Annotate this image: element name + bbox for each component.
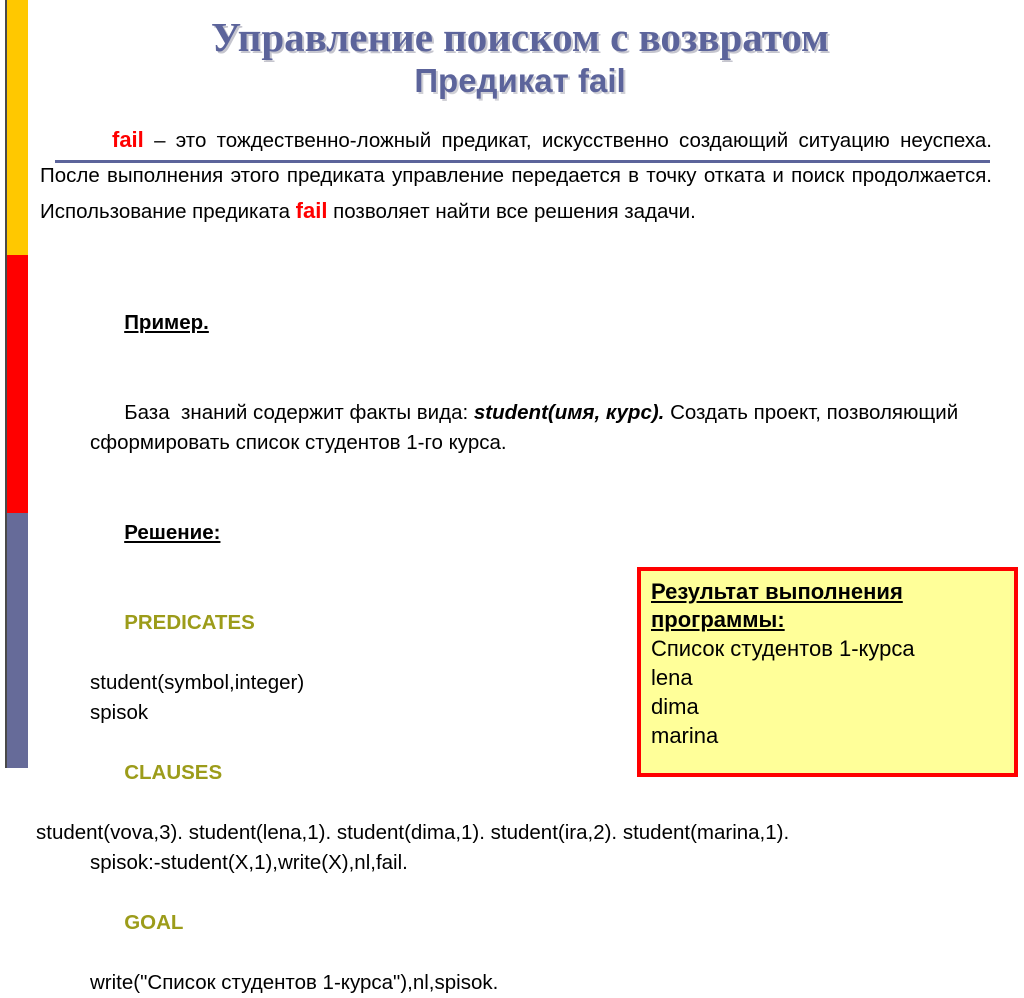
example-label-row: Пример. (36, 278, 996, 368)
code-line-goal: write("Список студентов 1-курса"),nl,spi… (90, 971, 499, 994)
sidebar-bar-yellow (5, 0, 28, 255)
slide-title: Управление поиском с возвратом (211, 14, 829, 60)
example-fact-form: student(имя, курс). (473, 401, 665, 424)
fail-keyword-2: fail (295, 198, 328, 223)
code-goal-keyword-row: GOAL (36, 878, 996, 968)
example-description: База знаний содержит факты вида: student… (36, 368, 996, 488)
goal-keyword: GOAL (124, 911, 184, 934)
horizontal-rule (55, 160, 990, 163)
result-output-line-4: marina (651, 723, 719, 748)
result-output-line-1: Список студентов 1-курса (651, 636, 915, 661)
predicates-keyword: PREDICATES (124, 611, 255, 634)
fail-keyword-1: fail (112, 127, 144, 152)
sidebar-color-bars (5, 0, 28, 768)
title-block: Управление поиском с возвратом Предикат … (40, 14, 1000, 100)
result-output-line-3: dima (651, 694, 699, 719)
clauses-keyword: CLAUSES (124, 761, 223, 784)
slide-canvas: Управление поиском с возвратом Предикат … (0, 0, 1024, 994)
result-title-line-2: программы: (651, 607, 785, 632)
solution-label-row: Решение: (36, 488, 996, 578)
code-line-facts: student(vova,3). student(lena,1). studen… (36, 821, 790, 844)
slide-subtitle: Предикат fail (414, 62, 626, 99)
solution-label: Решение: (124, 521, 221, 544)
example-label: Пример. (124, 311, 209, 334)
sidebar-bar-slateblue (5, 513, 28, 768)
result-output-line-2: lena (651, 665, 693, 690)
intro-paragraph: fail – это тождественно-ложный предикат,… (40, 122, 992, 229)
example-text-before: База знаний содержит факты вида: (124, 401, 474, 424)
intro-text-2: позволяет найти все решения задачи. (327, 200, 696, 223)
code-line-spisok-rule: spisok:-student(X,1),write(X),nl,fail. (90, 851, 408, 874)
result-callout-box: Результат выполнения программы: Список с… (637, 567, 1018, 777)
sidebar-bar-red (5, 255, 28, 513)
result-title-line-1: Результат выполнения (651, 579, 903, 604)
